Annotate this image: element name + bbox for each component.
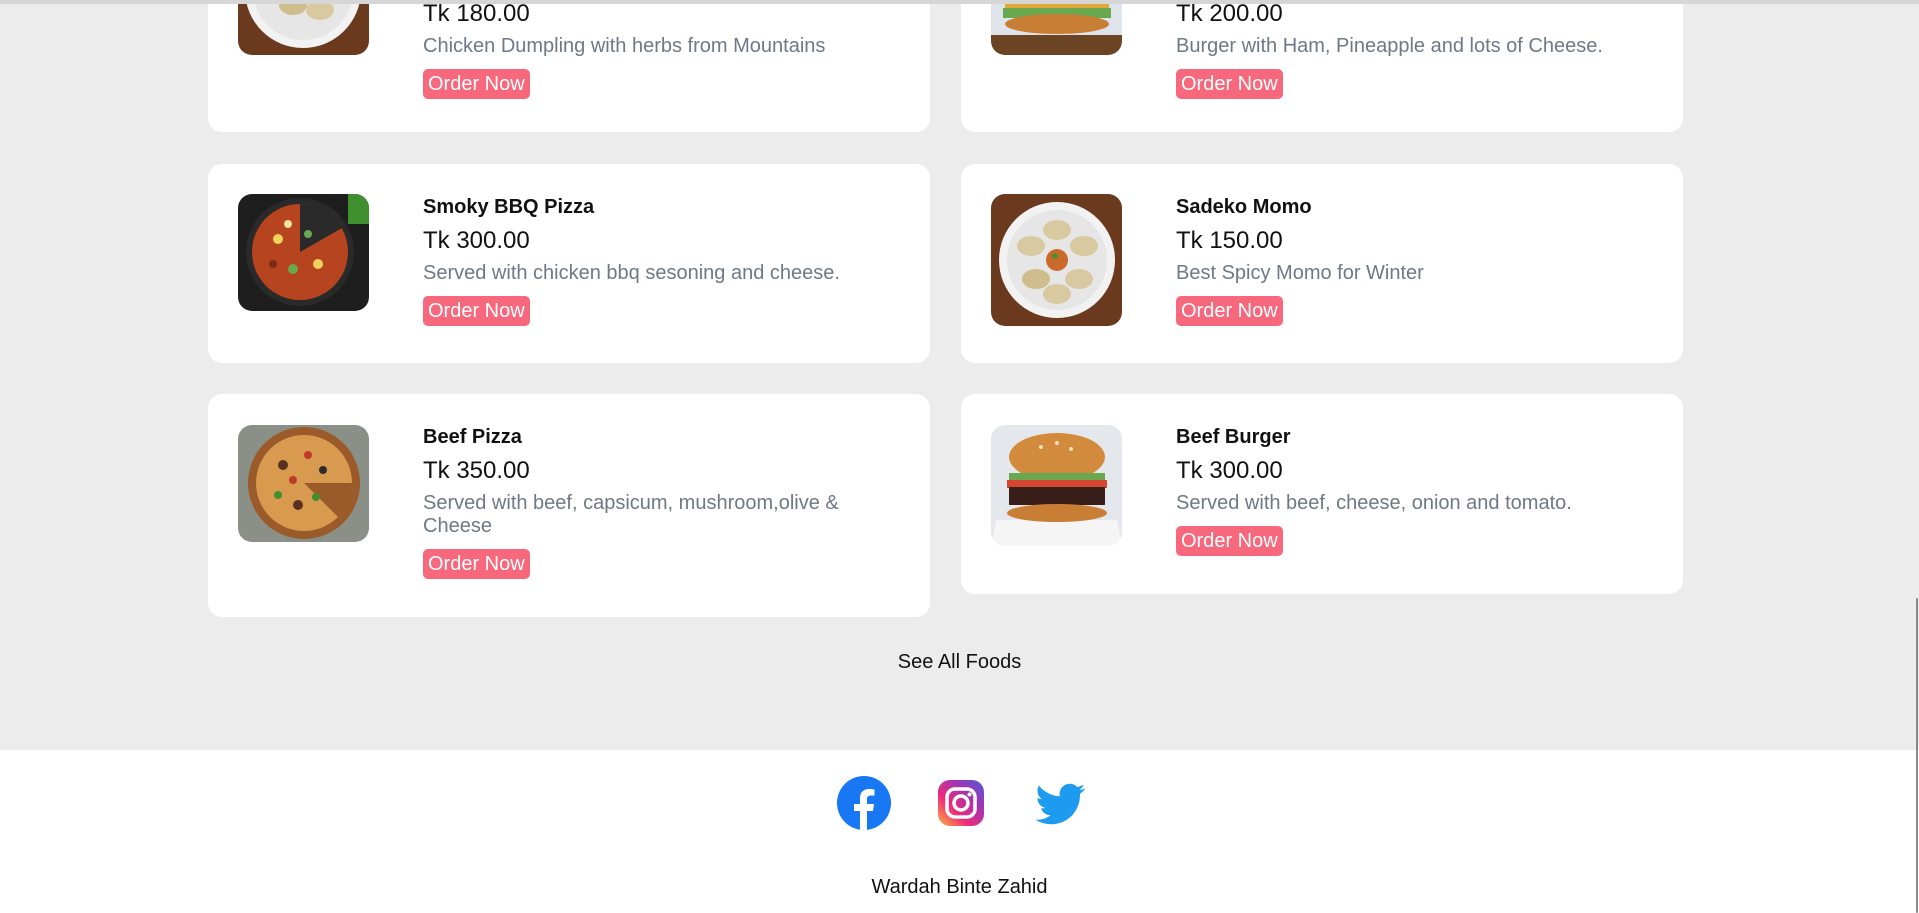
order-now-button[interactable]: Order Now bbox=[1176, 296, 1283, 326]
food-description: Burger with Ham, Pineapple and lots of C… bbox=[1176, 35, 1603, 57]
order-now-button[interactable]: Order Now bbox=[423, 296, 530, 326]
food-price: Tk 350.00 bbox=[423, 457, 530, 484]
food-name: Beef Pizza bbox=[423, 426, 522, 448]
food-card-ham-burger: Tk 200.00 Burger with Ham, Pineapple and… bbox=[961, 0, 1683, 132]
food-card-momo: Tk 180.00 Chicken Dumpling with herbs fr… bbox=[208, 0, 930, 132]
scrollbar-thumb[interactable] bbox=[1916, 598, 1918, 913]
food-card-beef-pizza: Beef Pizza Tk 350.00 Served with beef, c… bbox=[208, 394, 930, 617]
food-price: Tk 300.00 bbox=[423, 227, 530, 254]
foods-section: Tk 180.00 Chicken Dumpling with herbs fr… bbox=[0, 0, 1919, 750]
food-description: Served with beef, cheese, onion and toma… bbox=[1176, 492, 1572, 514]
instagram-icon[interactable] bbox=[934, 776, 988, 830]
order-now-button[interactable]: Order Now bbox=[423, 549, 530, 579]
food-card-sadeko-momo: Sadeko Momo Tk 150.00 Best Spicy Momo fo… bbox=[961, 164, 1683, 363]
twitter-icon[interactable] bbox=[1033, 776, 1087, 830]
food-description: Served with chicken bbq sesoning and che… bbox=[423, 262, 840, 284]
footer-credit: Wardah Binte Zahid bbox=[871, 876, 1048, 898]
top-border bbox=[0, 0, 1919, 4]
food-price: Tk 150.00 bbox=[1176, 227, 1283, 254]
facebook-icon[interactable] bbox=[837, 776, 891, 830]
order-now-button[interactable]: Order Now bbox=[1176, 526, 1283, 556]
food-image-ham-burger bbox=[991, 0, 1122, 55]
food-name: Smoky BBQ Pizza bbox=[423, 196, 595, 218]
food-image-smoky-bbq-pizza bbox=[238, 194, 369, 311]
food-description: Chicken Dumpling with herbs from Mountai… bbox=[423, 35, 826, 57]
food-price: Tk 300.00 bbox=[1176, 457, 1283, 484]
food-image-sadeko-momo bbox=[991, 194, 1122, 326]
order-now-button[interactable]: Order Now bbox=[1176, 69, 1283, 99]
food-image-beef-burger bbox=[991, 425, 1122, 546]
see-all-foods-link[interactable]: See All Foods bbox=[0, 651, 1919, 674]
food-image-momo bbox=[238, 0, 369, 55]
food-name: Beef Burger bbox=[1176, 426, 1291, 448]
page-scrollbar[interactable] bbox=[1915, 0, 1919, 913]
order-now-button[interactable]: Order Now bbox=[423, 69, 530, 99]
food-description: Best Spicy Momo for Winter bbox=[1176, 262, 1424, 284]
food-card-smoky-bbq-pizza: Smoky BBQ Pizza Tk 300.00 Served with ch… bbox=[208, 164, 930, 363]
food-price: Tk 200.00 bbox=[1176, 0, 1283, 27]
food-description: Served with beef, capsicum, mushroom,oli… bbox=[423, 492, 839, 537]
food-image-beef-pizza bbox=[238, 425, 369, 542]
footer: Wardah Binte Zahid bbox=[0, 750, 1919, 913]
food-card-beef-burger: Beef Burger Tk 300.00 Served with beef, … bbox=[961, 394, 1683, 594]
food-price: Tk 180.00 bbox=[423, 0, 530, 27]
food-name: Sadeko Momo bbox=[1176, 196, 1312, 218]
